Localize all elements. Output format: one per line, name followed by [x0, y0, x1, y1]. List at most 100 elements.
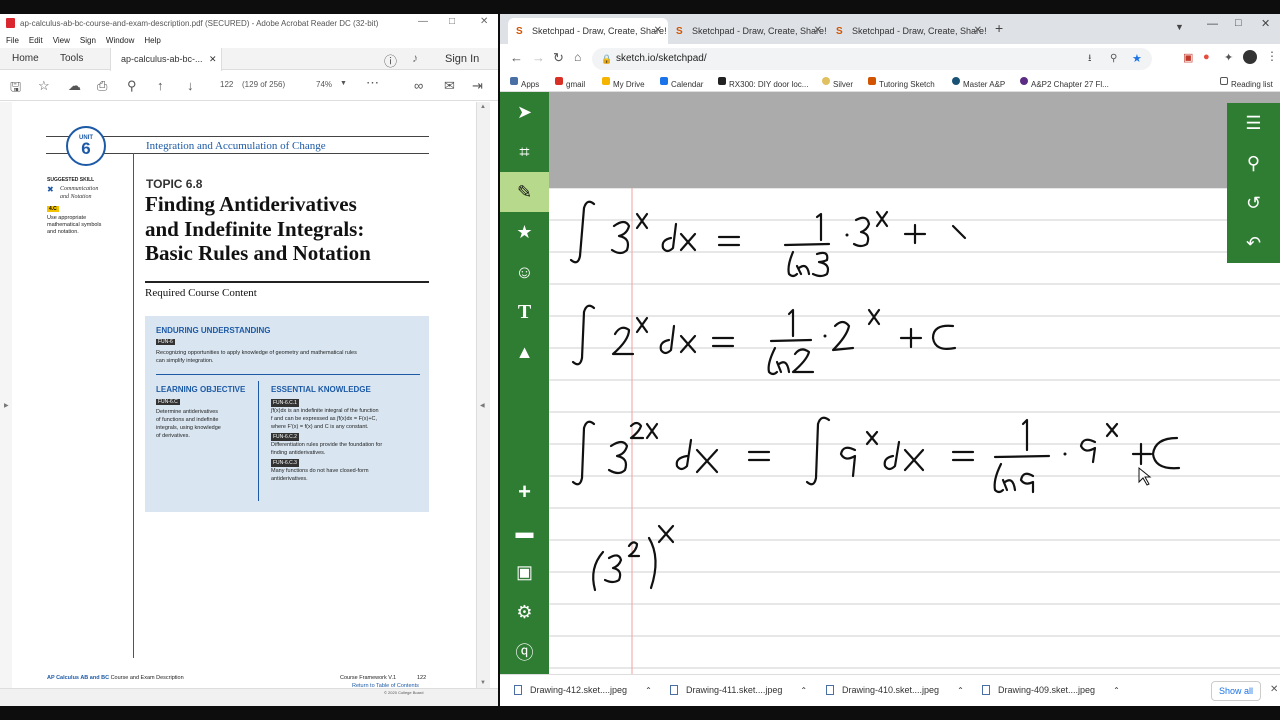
undo-icon[interactable]: ↶ — [1227, 223, 1280, 263]
save-icon[interactable]: 🖫 — [10, 78, 21, 100]
bookmark-silver[interactable]: Silver — [822, 77, 853, 89]
pencil-icon[interactable]: ✎ — [500, 172, 549, 212]
home-icon[interactable]: ⌂ — [574, 50, 581, 64]
avatar[interactable] — [1243, 50, 1257, 64]
browser-tab[interactable]: S Sketchpad - Draw, Create, Share! ✕ — [828, 18, 988, 44]
print-icon[interactable]: ⎙ — [97, 78, 107, 94]
more-icon[interactable]: ⋯ — [366, 75, 379, 91]
bookmark-drive[interactable]: My Drive — [602, 77, 645, 89]
bookmark-calendar[interactable]: Calendar — [660, 77, 703, 89]
tab-tools[interactable]: Tools — [60, 53, 83, 64]
bookmark-tutoring-sketch[interactable]: Tutoring Sketch — [868, 77, 935, 89]
chevron-up-icon[interactable]: ⌃ — [645, 686, 652, 695]
zoom-icon[interactable]: ⚲ — [1110, 48, 1117, 70]
bookmark-ap2-chapter[interactable]: A&P2 Chapter 27 Fl... — [1020, 77, 1109, 89]
menu-sign[interactable]: Sign — [80, 36, 96, 45]
folder-icon[interactable]: ▬ — [500, 512, 549, 552]
select-arrow-icon[interactable]: ➤ — [500, 92, 549, 132]
bookmark-apps[interactable]: Apps — [510, 77, 539, 89]
help-icon[interactable]: ⓘ — [384, 51, 397, 70]
zoom-select[interactable]: 74% — [316, 80, 332, 89]
zoom-icon[interactable]: ⚲ — [1227, 143, 1280, 183]
chevron-up-icon[interactable]: ⌃ — [957, 686, 964, 695]
page-down-icon[interactable]: ↓ — [187, 78, 194, 93]
plus-icon[interactable]: + — [500, 472, 549, 512]
toc-link[interactable]: Return to Table of Contents — [352, 683, 419, 689]
emoji-icon[interactable]: ☺ — [500, 252, 549, 292]
expand-left-icon[interactable]: ▶ — [4, 402, 9, 409]
page-up-icon[interactable]: ↑ — [157, 78, 164, 93]
settings-icon[interactable]: ⚙ — [500, 592, 549, 632]
layers-icon[interactable]: ☰ — [1227, 103, 1280, 143]
letter-d — [675, 438, 693, 471]
menu-window[interactable]: Window — [106, 36, 134, 45]
bookmark-rx300[interactable]: RX300: DIY door loc... — [718, 77, 808, 89]
show-all-button[interactable]: Show all — [1211, 681, 1261, 701]
tab-close-icon[interactable]: ✕ — [209, 54, 217, 65]
topic-heading: Finding Antiderivatives and Indefinite I… — [145, 192, 371, 266]
bookmark-star-icon[interactable]: ☆ — [38, 78, 50, 94]
download-item[interactable]: Drawing-412.sket....jpeg ⌃ — [514, 685, 652, 695]
exponent-x — [657, 524, 675, 544]
tab-home[interactable]: Home — [12, 53, 39, 64]
help-icon[interactable]: ⓠ — [500, 632, 549, 672]
reload-icon[interactable]: ↻ — [553, 50, 564, 66]
tab-close-icon[interactable]: ✕ — [654, 25, 662, 36]
upload-icon[interactable]: ☁ — [68, 78, 81, 94]
save-icon[interactable]: ▣ — [500, 552, 549, 592]
address-bar[interactable]: 🔒 sketch.io/sketchpad/ ⭳ ⚲ ★ — [592, 48, 1152, 70]
tab-document-label[interactable]: ap-calculus-ab-bc-... — [121, 54, 203, 64]
minimize-icon[interactable]: — — [418, 16, 428, 27]
minimize-icon[interactable]: — — [1207, 18, 1218, 30]
menu-file[interactable]: File — [6, 36, 19, 45]
crop-icon[interactable]: ⌗ — [500, 132, 549, 172]
paint-bucket-icon[interactable]: ▲ — [500, 332, 549, 372]
chevron-up-icon[interactable]: ⌃ — [1113, 686, 1120, 695]
tab-search-icon[interactable]: ▼ — [1175, 22, 1184, 32]
reading-list[interactable]: Reading list — [1220, 77, 1273, 89]
new-tab-icon[interactable]: + — [995, 20, 1003, 36]
maximize-icon[interactable]: □ — [1235, 17, 1242, 29]
acrobat-scrollbar[interactable]: ▲ ◀ ▼ — [476, 102, 490, 692]
extension-icon[interactable]: ▣ — [1183, 51, 1193, 64]
sketch-canvas[interactable] — [549, 92, 1280, 684]
collapse-right-icon[interactable]: ◀ — [480, 402, 485, 409]
link-icon[interactable]: ∞ — [414, 78, 423, 93]
bookmark-gmail[interactable]: gmail — [555, 77, 585, 89]
close-icon[interactable]: ✕ — [1261, 17, 1270, 30]
star-icon[interactable]: ★ — [500, 212, 549, 252]
scroll-down-icon[interactable]: ▼ — [480, 680, 486, 686]
maximize-icon[interactable]: □ — [449, 16, 455, 27]
download-item[interactable]: Drawing-411.sket....jpeg ⌃ — [670, 685, 807, 695]
chevron-down-icon[interactable]: ▼ — [340, 80, 347, 87]
history-icon[interactable]: ↺ — [1227, 183, 1280, 223]
scroll-up-icon[interactable]: ▲ — [480, 104, 486, 110]
bookmark-star-icon[interactable]: ★ — [1132, 48, 1142, 70]
download-item[interactable]: Drawing-409.sket....jpeg ⌃ — [982, 685, 1120, 695]
opera-icon[interactable]: ● — [1203, 51, 1210, 63]
tab-close-icon[interactable]: ✕ — [814, 25, 822, 36]
browser-tab[interactable]: S Sketchpad - Draw, Create, Share! ✕ — [668, 18, 828, 44]
menu-view[interactable]: View — [53, 36, 70, 45]
page-number-input[interactable]: 122 — [220, 80, 233, 89]
mail-icon[interactable]: ✉ — [444, 78, 455, 94]
close-downloads-icon[interactable]: ✕ — [1270, 684, 1278, 695]
close-icon[interactable]: ✕ — [480, 16, 488, 27]
forward-icon[interactable]: → — [532, 50, 545, 65]
sign-in-button[interactable]: Sign In — [445, 53, 479, 65]
menu-help[interactable]: Help — [144, 36, 160, 45]
chrome-menu-icon[interactable]: ⋮ — [1266, 49, 1278, 63]
text-icon[interactable]: T — [500, 292, 549, 332]
back-icon[interactable]: ← — [510, 50, 523, 65]
download-item[interactable]: Drawing-410.sket....jpeg ⌃ — [826, 685, 964, 695]
share-icon[interactable]: ⇥ — [472, 78, 483, 94]
browser-tab-active[interactable]: S Sketchpad - Draw, Create, Share! ✕ — [508, 18, 668, 44]
menu-edit[interactable]: Edit — [29, 36, 43, 45]
bookmark-master-ap[interactable]: Master A&P — [952, 77, 1005, 89]
tab-close-icon[interactable]: ✕ — [974, 25, 982, 36]
extensions-puzzle-icon[interactable]: ✦ — [1224, 51, 1233, 64]
install-icon[interactable]: ⭳ — [1088, 48, 1092, 70]
search-icon[interactable]: ⚲ — [127, 78, 137, 94]
bell-icon[interactable]: ♪ — [412, 51, 418, 65]
chevron-up-icon[interactable]: ⌃ — [800, 686, 807, 695]
